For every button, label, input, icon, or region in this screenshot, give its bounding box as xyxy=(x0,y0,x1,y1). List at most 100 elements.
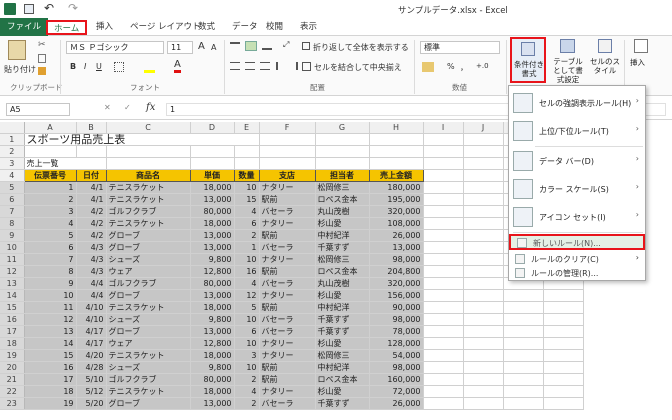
tab-formulas[interactable]: 数式 xyxy=(192,20,221,35)
table-cell[interactable]: 4 xyxy=(24,217,77,230)
cell[interactable] xyxy=(315,157,370,170)
wrap-text-icon[interactable] xyxy=(302,42,310,50)
table-cell[interactable]: ナタリー xyxy=(259,181,316,194)
cell[interactable] xyxy=(543,325,584,338)
cell[interactable] xyxy=(463,169,504,182)
cell[interactable] xyxy=(423,289,464,302)
cell[interactable] xyxy=(315,133,370,146)
table-cell[interactable]: テニスラケット xyxy=(106,181,191,194)
table-cell[interactable]: 7 xyxy=(24,253,77,266)
cell[interactable] xyxy=(423,229,464,242)
table-cell[interactable]: 丸山茂樹 xyxy=(315,205,370,218)
table-cell[interactable]: 90,000 xyxy=(369,301,424,314)
table-cell[interactable]: 駅前 xyxy=(259,193,316,206)
table-cell[interactable]: 14 xyxy=(24,337,77,350)
paste-button[interactable]: 貼り付け xyxy=(4,64,36,75)
table-cell[interactable]: 11 xyxy=(24,301,77,314)
row-header[interactable]: 12 xyxy=(0,265,25,278)
cell[interactable] xyxy=(463,325,504,338)
row-header[interactable]: 5 xyxy=(0,181,25,194)
table-header-cell[interactable]: 担当者 xyxy=(314,169,370,182)
tab-insert[interactable]: 挿入 xyxy=(90,20,119,35)
cell[interactable] xyxy=(463,373,504,386)
cell[interactable] xyxy=(106,157,191,170)
cell[interactable] xyxy=(463,385,504,398)
table-cell[interactable]: 26,000 xyxy=(369,229,424,242)
increase-decimal-icon[interactable]: +.0 xyxy=(476,62,489,70)
sheet-title[interactable]: スポーツ用品売上表 xyxy=(24,133,234,146)
grow-font-icon[interactable]: A xyxy=(198,41,205,52)
sheet-subtitle[interactable]: 売上一覧 xyxy=(24,157,107,170)
table-cell[interactable]: 2 xyxy=(234,229,260,242)
table-cell[interactable]: 駅前 xyxy=(259,301,316,314)
cut-icon[interactable]: ✂ xyxy=(38,40,46,50)
table-cell[interactable]: テニスラケット xyxy=(106,301,191,314)
fill-color-icon[interactable] xyxy=(144,62,155,73)
table-cell[interactable]: ゴルフクラブ xyxy=(106,373,191,386)
table-cell[interactable]: ナタリー xyxy=(259,289,316,302)
menu-item-icon-sets[interactable]: アイコン セット(I) › xyxy=(509,204,645,230)
table-cell[interactable]: 9,800 xyxy=(190,361,235,374)
menu-item-data-bars[interactable]: データ バー(D) › xyxy=(509,148,645,174)
cell[interactable] xyxy=(423,337,464,350)
table-cell[interactable]: 12,800 xyxy=(190,337,235,350)
cell[interactable] xyxy=(463,145,504,158)
table-header-cell[interactable]: 日付 xyxy=(75,169,107,182)
align-left-icon[interactable] xyxy=(230,62,240,70)
column-header[interactable]: G xyxy=(315,122,370,134)
wrap-text-button[interactable]: 折り返して全体を表示する xyxy=(313,42,409,53)
table-cell[interactable]: 180,000 xyxy=(369,181,424,194)
table-cell[interactable]: 195,000 xyxy=(369,193,424,206)
cell[interactable] xyxy=(543,301,584,314)
table-header-cell[interactable]: 単価 xyxy=(189,169,235,182)
cell[interactable] xyxy=(423,217,464,230)
cell[interactable] xyxy=(463,265,504,278)
table-cell[interactable]: 4/1 xyxy=(76,181,107,194)
table-cell[interactable]: 駅前 xyxy=(259,265,316,278)
table-cell[interactable]: 4/2 xyxy=(76,205,107,218)
table-cell[interactable]: 2 xyxy=(234,397,260,410)
borders-icon[interactable] xyxy=(114,62,124,72)
cell[interactable] xyxy=(423,193,464,206)
cell[interactable] xyxy=(234,145,260,158)
orientation-icon[interactable]: ⤢ xyxy=(283,40,289,50)
align-center-icon[interactable] xyxy=(245,62,255,70)
insert-cells-button[interactable]: 挿入 xyxy=(628,39,654,81)
cell[interactable] xyxy=(463,337,504,350)
table-cell[interactable]: 松岡修三 xyxy=(315,349,370,362)
tab-data[interactable]: データ xyxy=(226,20,264,35)
table-cell[interactable]: 杉山愛 xyxy=(315,337,370,350)
row-header[interactable]: 7 xyxy=(0,205,25,218)
cell[interactable] xyxy=(503,349,544,362)
table-cell[interactable]: 18,000 xyxy=(190,385,235,398)
row-header[interactable]: 4 xyxy=(0,169,25,182)
cell[interactable] xyxy=(463,277,504,290)
table-cell[interactable]: 6 xyxy=(234,217,260,230)
align-middle-icon[interactable] xyxy=(245,41,257,51)
table-cell[interactable]: 26,000 xyxy=(369,397,424,410)
copy-icon[interactable] xyxy=(38,54,46,63)
table-cell[interactable]: 8 xyxy=(24,265,77,278)
table-cell[interactable]: 80,000 xyxy=(190,373,235,386)
underline-button[interactable]: U xyxy=(96,62,102,71)
table-cell[interactable]: 15 xyxy=(24,349,77,362)
insert-function-button[interactable]: fx xyxy=(146,102,155,113)
table-cell[interactable]: ナタリー xyxy=(259,253,316,266)
cell[interactable] xyxy=(463,133,504,146)
cell[interactable] xyxy=(503,373,544,386)
table-cell[interactable]: 10 xyxy=(234,337,260,350)
cell[interactable] xyxy=(423,133,464,146)
table-cell[interactable]: グローブ xyxy=(106,289,191,302)
table-cell[interactable]: 1 xyxy=(234,241,260,254)
table-cell[interactable]: 千葉すず xyxy=(315,313,370,326)
table-cell[interactable]: 80,000 xyxy=(190,277,235,290)
table-cell[interactable]: 13,000 xyxy=(190,397,235,410)
table-cell[interactable]: 12 xyxy=(24,313,77,326)
column-header[interactable]: C xyxy=(106,122,191,134)
table-cell[interactable]: 16 xyxy=(24,361,77,374)
table-cell[interactable]: 12 xyxy=(234,289,260,302)
table-cell[interactable]: テニスラケット xyxy=(106,385,191,398)
table-cell[interactable]: 1 xyxy=(24,181,77,194)
table-cell[interactable]: 72,000 xyxy=(369,385,424,398)
cell[interactable] xyxy=(503,337,544,350)
